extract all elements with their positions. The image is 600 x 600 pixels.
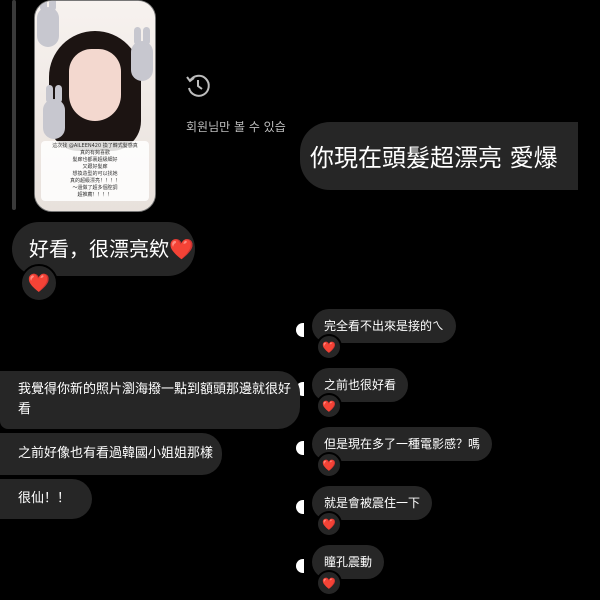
story-caption-line: 想換造型的可以找她 — [72, 171, 118, 177]
heart-reaction-icon[interactable]: ❤️ — [20, 264, 58, 302]
message-edge-indicator — [296, 559, 304, 573]
reply-indicator-line — [12, 0, 16, 210]
heart-reaction-icon[interactable]: ❤️ — [316, 570, 342, 596]
heart-reaction-icon[interactable]: ❤️ — [316, 393, 342, 419]
story-caption-line: 又跟好髮廊 — [82, 164, 108, 170]
story-caption: 這次找 @AILEEN420 換了韓式髮感真 真的有夠喜歡 髮廊也都裏超級細好 … — [41, 141, 149, 201]
heart-reaction-icon[interactable]: ❤️ — [316, 452, 342, 478]
message-edge-indicator — [296, 500, 304, 514]
story-face — [69, 49, 121, 121]
story-caption-line: 這次找 @AILEEN420 換了韓式髮感真 — [52, 143, 138, 149]
bunny-plush-icon — [37, 1, 59, 47]
message-edge-indicator — [296, 323, 304, 337]
heart-emoji-icon: ❤️ — [169, 237, 194, 261]
heart-reaction-icon[interactable]: ❤️ — [316, 511, 342, 537]
bunny-plush-icon — [131, 27, 153, 81]
story-caption-line: 髮廊也都裏超級細好 — [72, 157, 118, 163]
revoke-icon — [184, 72, 212, 100]
story-caption-line: 超推薦！！！！ — [77, 192, 113, 198]
bunny-plush-icon — [43, 85, 65, 139]
message-bubble-received[interactable]: 很仙！！ — [0, 479, 92, 519]
message-text: 好看，很漂亮欸 — [29, 237, 169, 261]
story-caption-line: 真的超級漂亮！！！！ — [69, 178, 120, 184]
unsent-note: 회원님만 볼 수 있습 — [186, 120, 286, 134]
message-edge-indicator — [296, 441, 304, 455]
shared-story-card[interactable]: 這次找 @AILEEN420 換了韓式髮感真 真的有夠喜歡 髮廊也都裏超級細好 … — [34, 0, 156, 212]
message-bubble-received[interactable]: 我覺得你新的照片瀏海撥一點到額頭那邊就很好看 — [0, 371, 300, 429]
message-bubble-sent[interactable]: 你現在頭髮超漂亮 愛爆 — [300, 122, 578, 190]
message-bubble-received[interactable]: 之前好像也有看過韓國小姐姐那樣 — [0, 433, 222, 475]
story-caption-line: ～還做了超多個腔調 — [72, 185, 118, 191]
heart-reaction-icon[interactable]: ❤️ — [316, 334, 342, 360]
story-caption-line: 真的有夠喜歡 — [79, 150, 110, 156]
